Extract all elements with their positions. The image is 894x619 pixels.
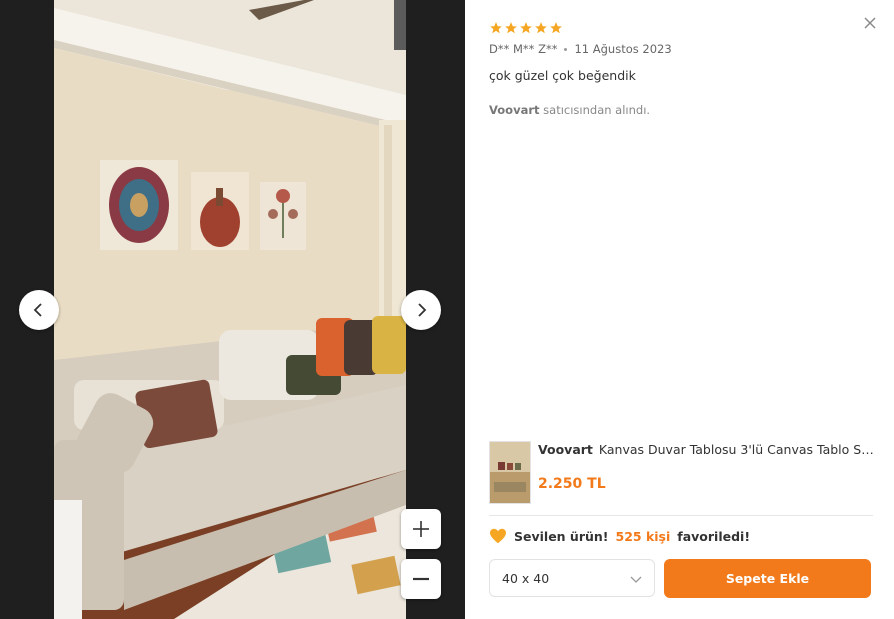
add-to-cart-button[interactable]: Sepete Ekle (664, 559, 871, 598)
rating-stars (489, 21, 563, 35)
next-photo-button[interactable] (401, 290, 441, 330)
favorites-suffix: favoriledi! (677, 528, 751, 544)
favorites-label: Sevilen ürün! (514, 528, 609, 544)
heart-icon (490, 528, 506, 544)
review-meta: D** M** Z** 11 Ağustos 2023 (489, 42, 672, 56)
favorites-info: Sevilen ürün! 525 kişi favoriledi! (489, 528, 750, 544)
product-brand[interactable]: Voovart (538, 442, 593, 457)
chevron-left-icon (33, 303, 42, 317)
product-card[interactable]: Voovart Kanvas Duvar Tablosu 3'lü Canvas … (489, 441, 874, 504)
seller-name[interactable]: Voovart (489, 103, 540, 117)
separator-dot (564, 47, 568, 51)
size-select[interactable]: 40 x 40 (489, 559, 655, 597)
favorites-count: 525 kişi (615, 528, 671, 544)
star-icon (550, 22, 562, 34)
seller-suffix: satıcısından alındı. (543, 103, 651, 117)
photo-gallery (0, 0, 465, 619)
chevron-right-icon (418, 303, 427, 317)
room-illustration (54, 0, 406, 619)
review-photo (54, 0, 406, 619)
size-select-value: 40 x 40 (502, 570, 550, 586)
zoom-out-button[interactable] (401, 559, 441, 599)
review-date: 11 Ağustos 2023 (574, 42, 672, 56)
star-icon (520, 22, 532, 34)
star-icon (535, 22, 547, 34)
star-icon (505, 22, 517, 34)
seller-line: Voovart satıcısından alındı. (489, 103, 650, 117)
product-price: 2.250 TL (538, 476, 606, 492)
zoom-in-button[interactable] (401, 509, 441, 549)
review-author: D** M** Z** (489, 42, 558, 56)
close-icon (864, 17, 876, 29)
minus-icon (413, 577, 429, 581)
previous-photo-button[interactable] (19, 290, 59, 330)
close-button[interactable] (861, 14, 879, 32)
divider (489, 515, 873, 516)
product-thumbnail[interactable] (489, 441, 531, 504)
chevron-down-icon (630, 576, 642, 583)
plus-icon (413, 521, 429, 537)
review-text: çok güzel çok beğendik (489, 68, 636, 83)
star-icon (490, 22, 502, 34)
product-title[interactable]: Voovart Kanvas Duvar Tablosu 3'lü Canvas … (538, 442, 874, 457)
review-panel: D** M** Z** 11 Ağustos 2023 çok güzel ço… (465, 0, 894, 619)
product-thumbnail-image (490, 442, 530, 503)
product-name[interactable]: Kanvas Duvar Tablosu 3'lü Canvas Tablo S… (599, 442, 874, 457)
